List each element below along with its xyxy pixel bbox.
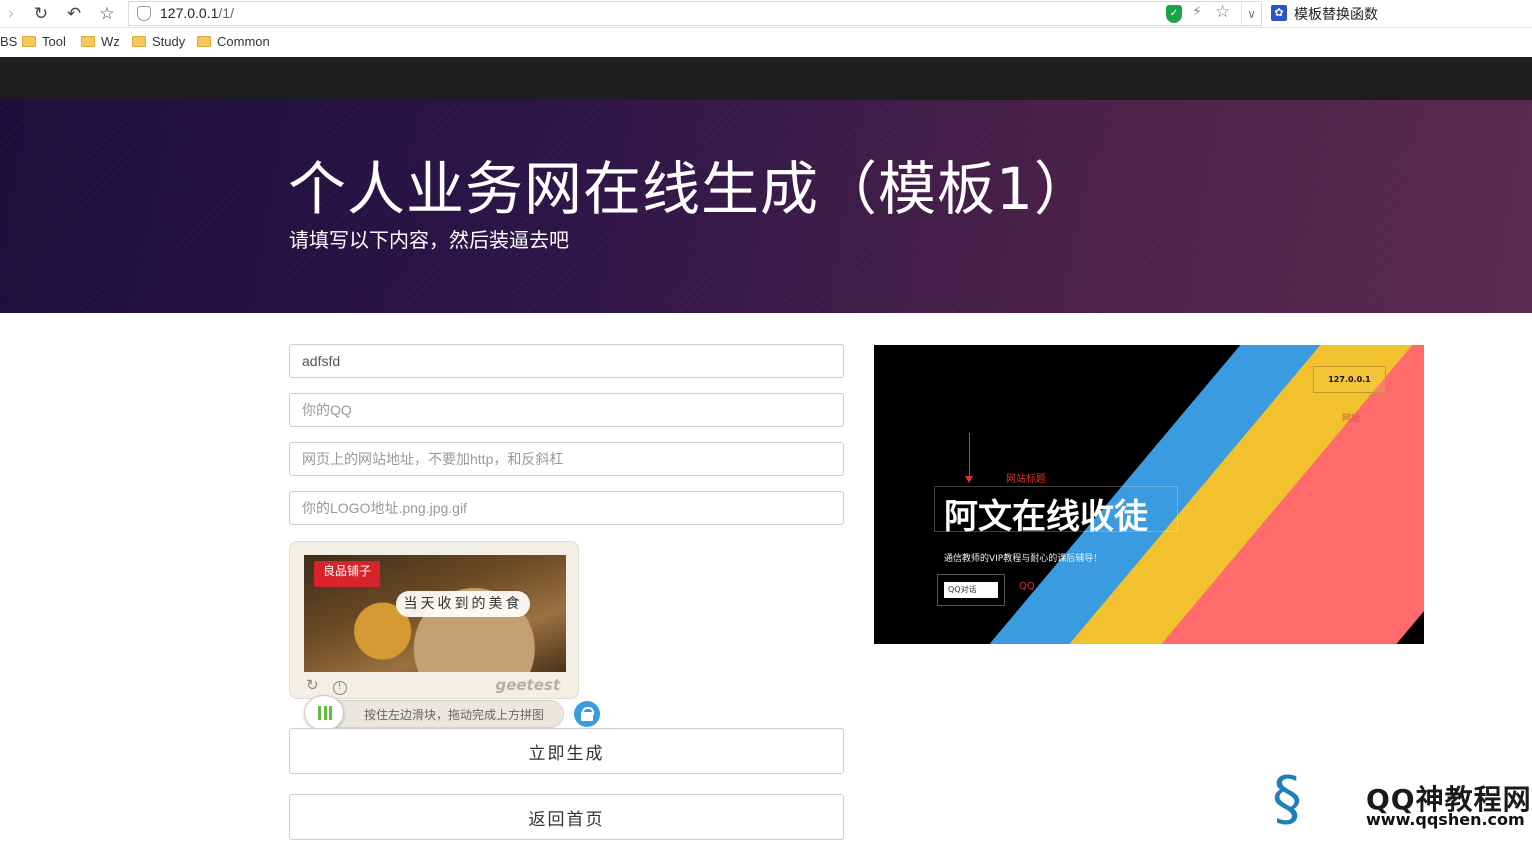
folder-icon bbox=[22, 36, 36, 47]
drag-handle-icon bbox=[318, 706, 332, 720]
home-button[interactable]: 返回首页 bbox=[289, 794, 844, 840]
url-path: /1/ bbox=[218, 5, 234, 21]
watermark-site: www.qqshen.com bbox=[1366, 810, 1525, 829]
bookmark-tool-label: Tool bbox=[42, 34, 66, 49]
bookmark-star-icon[interactable]: ☆ bbox=[96, 3, 118, 25]
logo-url-input[interactable] bbox=[289, 491, 844, 525]
preview-qq-frame: QQ对话 bbox=[937, 574, 1005, 606]
slider-hint: 按住左边滑块，拖动完成上方拼图 bbox=[364, 708, 545, 722]
preview-ip-box: 127.0.0.1 bbox=[1313, 366, 1386, 393]
bookmark-common[interactable]: Common bbox=[197, 34, 270, 49]
preview-qq-label: QQ bbox=[1019, 581, 1035, 592]
preview-arrow bbox=[965, 433, 973, 483]
site-url-input[interactable] bbox=[289, 442, 844, 476]
bookmark-tool[interactable]: Tool bbox=[22, 34, 66, 49]
folder-icon bbox=[81, 36, 95, 47]
search-box[interactable]: ✿ 模板替换函数 bbox=[1265, 1, 1532, 26]
generate-button[interactable]: 立即生成 bbox=[289, 728, 844, 774]
bookmark-common-label: Common bbox=[217, 34, 270, 49]
dragon-logo-icon: § bbox=[1272, 764, 1302, 834]
lock-icon bbox=[574, 701, 600, 727]
preview-title: 阿文在线收徒 bbox=[944, 497, 1148, 537]
preview-qq-button: QQ对话 bbox=[944, 582, 998, 598]
page-subtitle: 请填写以下内容，然后装逼去吧 bbox=[289, 228, 569, 252]
security-extension-icon[interactable]: ✓ bbox=[1166, 5, 1182, 23]
bookmark-study-label: Study bbox=[152, 34, 186, 49]
refresh-icon[interactable]: ↻ bbox=[306, 676, 319, 694]
favorite-star-icon[interactable]: ☆ bbox=[1215, 2, 1230, 22]
bookmark-study[interactable]: Study bbox=[132, 34, 185, 49]
search-text[interactable]: 模板替换函数 bbox=[1294, 4, 1378, 24]
address-url[interactable]: 127.0.0.1/1/ bbox=[160, 5, 234, 21]
qq-input[interactable] bbox=[289, 393, 844, 427]
browser-toolbar: › ↻ ↶ ☆ 127.0.0.1/1/ ✓ ⚡ ☆ ∨ ✿ 模板替换函数 bbox=[0, 0, 1532, 28]
lightning-icon[interactable]: ⚡ bbox=[1192, 4, 1202, 20]
url-host: 127.0.0.1 bbox=[160, 5, 219, 21]
page-title: 个人业务网在线生成（模板1） bbox=[288, 155, 1093, 223]
captcha-brand-logo: 良品铺子 bbox=[314, 561, 380, 587]
undo-icon[interactable]: ↶ bbox=[63, 3, 85, 25]
site-navbar bbox=[0, 57, 1532, 100]
captcha-slider-track[interactable]: 按住左边滑块，拖动完成上方拼图 bbox=[307, 700, 564, 728]
site-watermark: § QQ神教程网 www.qqshen.com bbox=[1270, 760, 1532, 840]
captcha-slider-handle[interactable] bbox=[304, 695, 344, 731]
template-preview: 127.0.0.1 网址 网站标题 阿文在线收徒 通信教师的VIP教程与耐心的课… bbox=[874, 345, 1424, 644]
reload-icon[interactable]: ↻ bbox=[30, 3, 52, 25]
bookmark-wz-label: Wz bbox=[101, 34, 120, 49]
geetest-logo: geetest bbox=[495, 676, 560, 694]
hero-banner: 个人业务网在线生成（模板1） 请填写以下内容，然后装逼去吧 bbox=[0, 100, 1532, 313]
baidu-paw-icon: ✿ bbox=[1271, 5, 1287, 21]
info-icon[interactable]: ! bbox=[332, 681, 347, 695]
chevron-down-icon[interactable]: ∨ bbox=[1241, 3, 1261, 25]
captcha-panel: 良品铺子 当天收到的美食 ↻! geetest bbox=[289, 541, 579, 699]
folder-icon bbox=[197, 36, 211, 47]
bookmarks-bar: BS Tool Wz Study Common bbox=[0, 29, 1532, 57]
forward-icon[interactable]: › bbox=[0, 3, 22, 25]
bookmark-bs[interactable]: BS bbox=[0, 34, 17, 49]
address-bar[interactable]: 127.0.0.1/1/ ✓ ⚡ ☆ ∨ bbox=[128, 1, 1262, 26]
bookmark-wz[interactable]: Wz bbox=[81, 34, 120, 49]
site-title-input[interactable] bbox=[289, 344, 844, 378]
preview-title-label: 网站标题 bbox=[1006, 474, 1046, 485]
preview-url-label: 网址 bbox=[1342, 414, 1361, 424]
preview-description: 通信教师的VIP教程与耐心的课后辅导！ bbox=[944, 554, 1103, 564]
site-security-icon bbox=[137, 6, 151, 21]
captcha-tools: ↻! bbox=[306, 676, 347, 695]
captcha-image: 良品铺子 当天收到的美食 bbox=[304, 555, 566, 672]
folder-icon bbox=[132, 36, 146, 47]
captcha-banner-text: 当天收到的美食 bbox=[396, 591, 530, 617]
